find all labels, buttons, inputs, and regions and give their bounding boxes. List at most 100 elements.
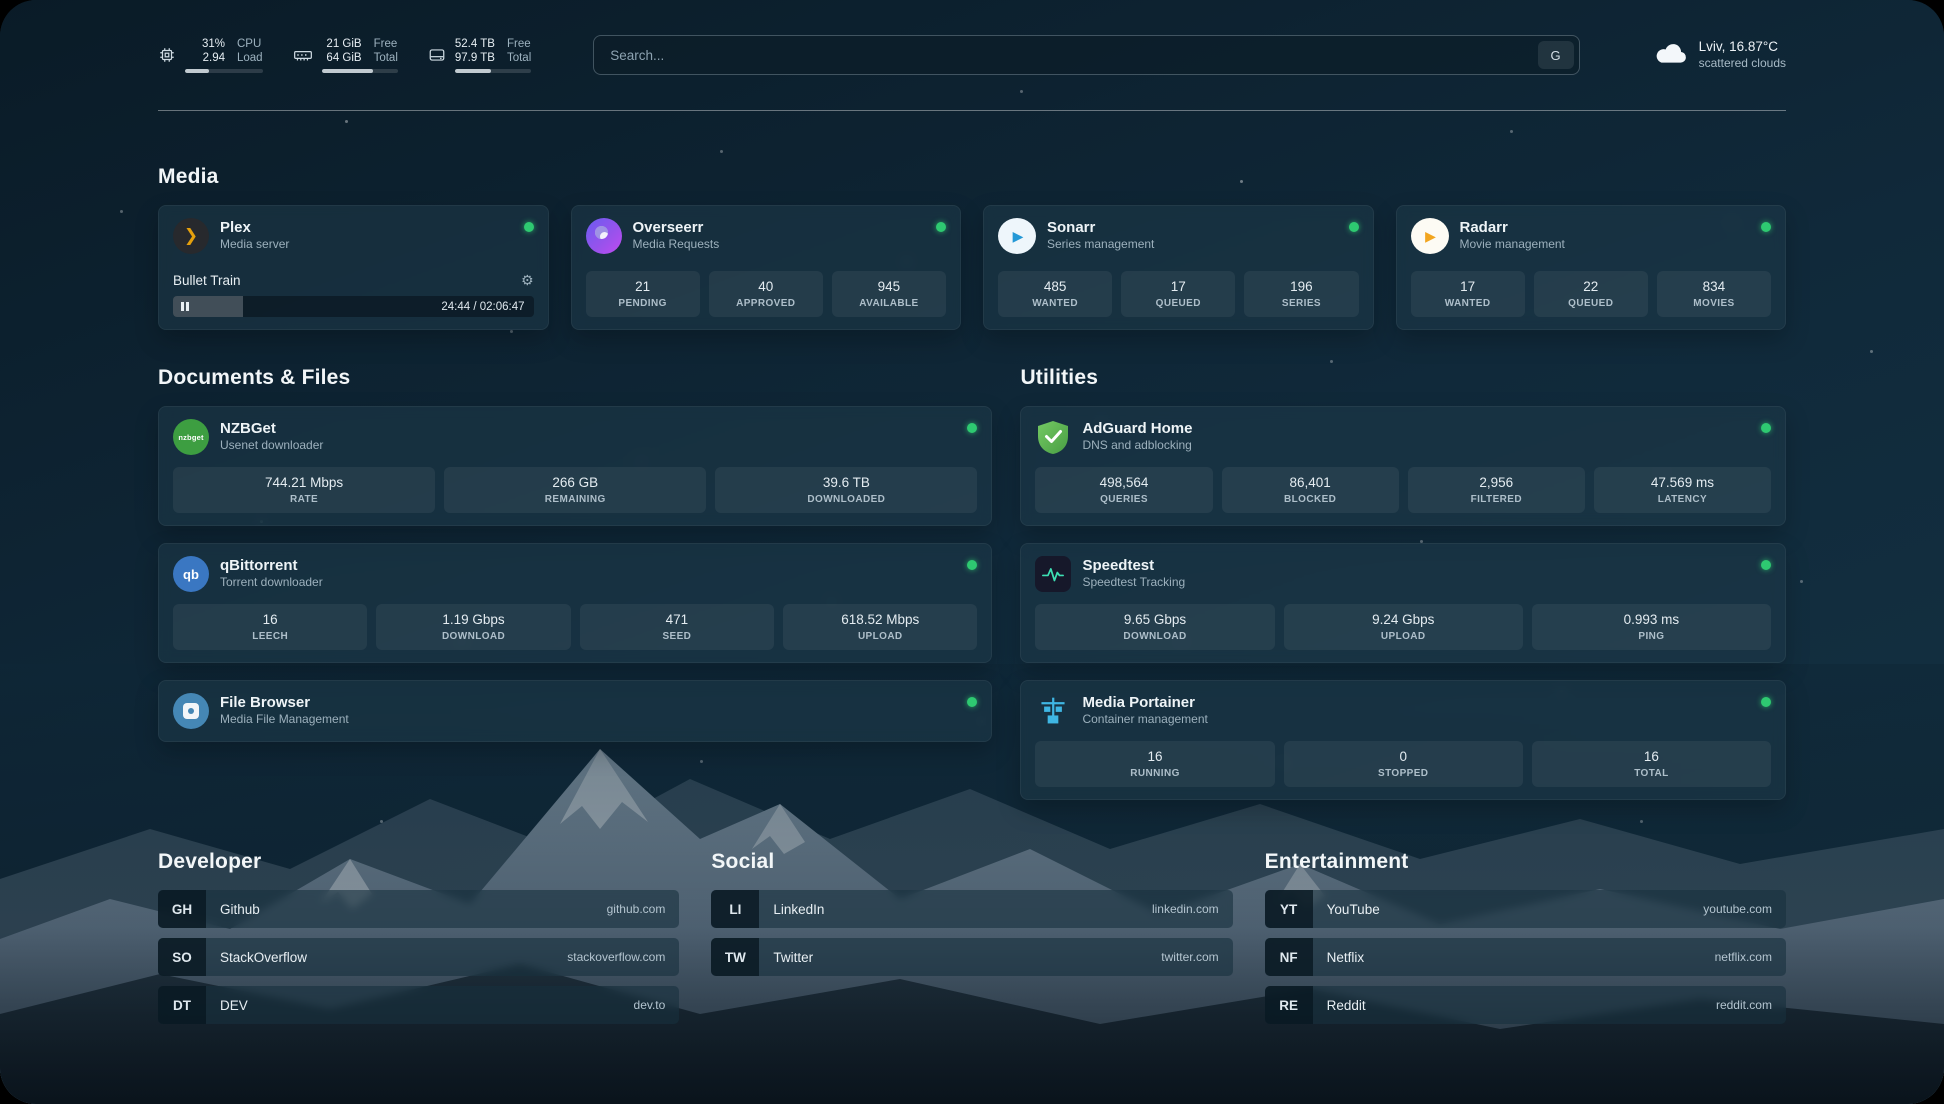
stat-filtered: 2,956FILTERED (1408, 467, 1585, 513)
status-dot (524, 222, 534, 232)
cpu-icon (158, 46, 176, 64)
bookmark-name: StackOverflow (220, 950, 307, 965)
speedtest-icon (1035, 556, 1071, 592)
service-subtitle: Usenet downloader (220, 437, 323, 454)
bookmark-name: Reddit (1327, 998, 1366, 1013)
bookmark-url: stackoverflow.com (567, 950, 665, 964)
service-subtitle: Media Requests (633, 236, 720, 253)
service-card-radarr[interactable]: ▶ Radarr Movie management 17WANTED 22QUE… (1396, 205, 1787, 330)
service-card-nzbget[interactable]: nzbget NZBGet Usenet downloader 744.21 M… (158, 406, 992, 526)
status-dot (967, 697, 977, 707)
service-name: Overseerr (633, 219, 720, 236)
gear-icon[interactable]: ⚙ (521, 272, 534, 289)
service-card-qbittorrent[interactable]: qb qBittorrent Torrent downloader 16LEEC… (158, 543, 992, 663)
service-name: Plex (220, 219, 289, 236)
bookmark-abbr: DT (158, 986, 206, 1024)
disk-metric: 52.4 TB 97.9 TB Free Total (428, 37, 531, 73)
radarr-icon: ▶ (1411, 218, 1449, 254)
status-dot (1761, 423, 1771, 433)
section-title-entertainment: Entertainment (1265, 850, 1786, 874)
bookmark-github[interactable]: GH Github github.com (158, 890, 679, 928)
bookmark-name: Github (220, 902, 260, 917)
memory-total-label: Total (374, 51, 398, 65)
stat-rate: 744.21 MbpsRATE (173, 467, 435, 513)
service-card-filebrowser[interactable]: File Browser Media File Management (158, 680, 992, 742)
cpu-usage-label: CPU (237, 37, 263, 51)
stat-downloaded: 39.6 TBDOWNLOADED (715, 467, 977, 513)
cpu-usage-value: 31% (202, 37, 225, 51)
stat-stopped: 0STOPPED (1284, 741, 1523, 787)
search-input[interactable] (608, 47, 1537, 64)
disk-icon (428, 46, 446, 64)
bookmark-netflix[interactable]: NF Netflix netflix.com (1265, 938, 1786, 976)
service-name: NZBGet (220, 420, 323, 437)
cpu-load-value: 2.94 (203, 51, 225, 65)
service-name: Sonarr (1047, 219, 1154, 236)
stat-remaining: 266 GBREMAINING (444, 467, 706, 513)
bookmark-reddit[interactable]: RE Reddit reddit.com (1265, 986, 1786, 1024)
stat-total: 16TOTAL (1532, 741, 1771, 787)
search-provider-button[interactable]: G (1538, 41, 1574, 69)
stat-upload: 9.24 GbpsUPLOAD (1284, 604, 1523, 650)
bookmark-twitter[interactable]: TW Twitter twitter.com (711, 938, 1232, 976)
pause-icon (181, 302, 189, 311)
system-metrics: 31% 2.94 CPU Load (158, 37, 531, 73)
stat-available: 945AVAILABLE (832, 271, 946, 317)
bookmark-abbr: LI (711, 890, 759, 928)
service-card-plex[interactable]: ❯ Plex Media server Bullet Train ⚙ (158, 205, 549, 330)
service-name: Media Portainer (1082, 694, 1207, 711)
disk-free-value: 52.4 TB (455, 37, 495, 51)
section-documents: Documents & Files nzbget NZBGet Usenet d… (158, 366, 992, 742)
dashboard-screen: 31% 2.94 CPU Load (0, 0, 1944, 1104)
stat-download: 1.19 GbpsDOWNLOAD (376, 604, 570, 650)
service-subtitle: Media File Management (220, 711, 349, 728)
now-playing-widget: Bullet Train ⚙ 24:44 / 02:06:47 (173, 272, 534, 317)
bookmark-stackoverflow[interactable]: SO StackOverflow stackoverflow.com (158, 938, 679, 976)
stat-running: 16RUNNING (1035, 741, 1274, 787)
bookmark-url: dev.to (634, 998, 666, 1012)
portainer-icon (1035, 693, 1071, 729)
topbar: 31% 2.94 CPU Load (158, 0, 1786, 111)
bookmark-abbr: RE (1265, 986, 1313, 1024)
bookmark-url: linkedin.com (1152, 902, 1219, 916)
bookmark-linkedin[interactable]: LI LinkedIn linkedin.com (711, 890, 1232, 928)
service-name: AdGuard Home (1082, 420, 1192, 437)
memory-progressbar (322, 69, 398, 73)
stat-approved: 40APPROVED (709, 271, 823, 317)
cpu-load-label: Load (237, 51, 263, 65)
service-card-portainer[interactable]: Media Portainer Container management 16R… (1020, 680, 1786, 800)
bookmark-abbr: SO (158, 938, 206, 976)
stat-wanted: 17WANTED (1411, 271, 1525, 317)
weather-location: Lviv, 16.87°C (1699, 38, 1786, 55)
service-card-adguard[interactable]: AdGuard Home DNS and adblocking 498,564Q… (1020, 406, 1786, 526)
service-card-overseerr[interactable]: Overseerr Media Requests 21PENDING 40APP… (571, 205, 962, 330)
stat-ping: 0.993 msPING (1532, 604, 1771, 650)
bookmark-name: Twitter (773, 950, 813, 965)
section-title-developer: Developer (158, 850, 679, 874)
bookmark-group-social: Social LI LinkedIn linkedin.com TW Twitt… (711, 850, 1232, 1034)
service-name: Speedtest (1082, 557, 1185, 574)
bookmark-youtube[interactable]: YT YouTube youtube.com (1265, 890, 1786, 928)
stat-upload: 618.52 MbpsUPLOAD (783, 604, 977, 650)
stat-movies: 834MOVIES (1657, 271, 1771, 317)
bookmark-url: youtube.com (1703, 902, 1772, 916)
service-card-sonarr[interactable]: ▶ Sonarr Series management 485WANTED 17Q… (983, 205, 1374, 330)
bookmark-url: reddit.com (1716, 998, 1772, 1012)
status-dot (1761, 222, 1771, 232)
service-subtitle: Media server (220, 236, 289, 253)
status-dot (1761, 560, 1771, 570)
bookmark-dev[interactable]: DT DEV dev.to (158, 986, 679, 1024)
service-card-speedtest[interactable]: Speedtest Speedtest Tracking 9.65 GbpsDO… (1020, 543, 1786, 663)
stat-blocked: 86,401BLOCKED (1222, 467, 1399, 513)
adguard-icon (1035, 419, 1071, 455)
service-subtitle: Movie management (1460, 236, 1565, 253)
stat-queued: 22QUEUED (1534, 271, 1648, 317)
service-subtitle: Series management (1047, 236, 1154, 253)
stat-queries: 498,564QUERIES (1035, 467, 1212, 513)
memory-total-value: 64 GiB (326, 51, 361, 65)
bookmark-name: YouTube (1327, 902, 1380, 917)
memory-free-value: 21 GiB (326, 37, 361, 51)
stat-queued: 17QUEUED (1121, 271, 1235, 317)
memory-icon (293, 46, 313, 64)
stat-download: 9.65 GbpsDOWNLOAD (1035, 604, 1274, 650)
